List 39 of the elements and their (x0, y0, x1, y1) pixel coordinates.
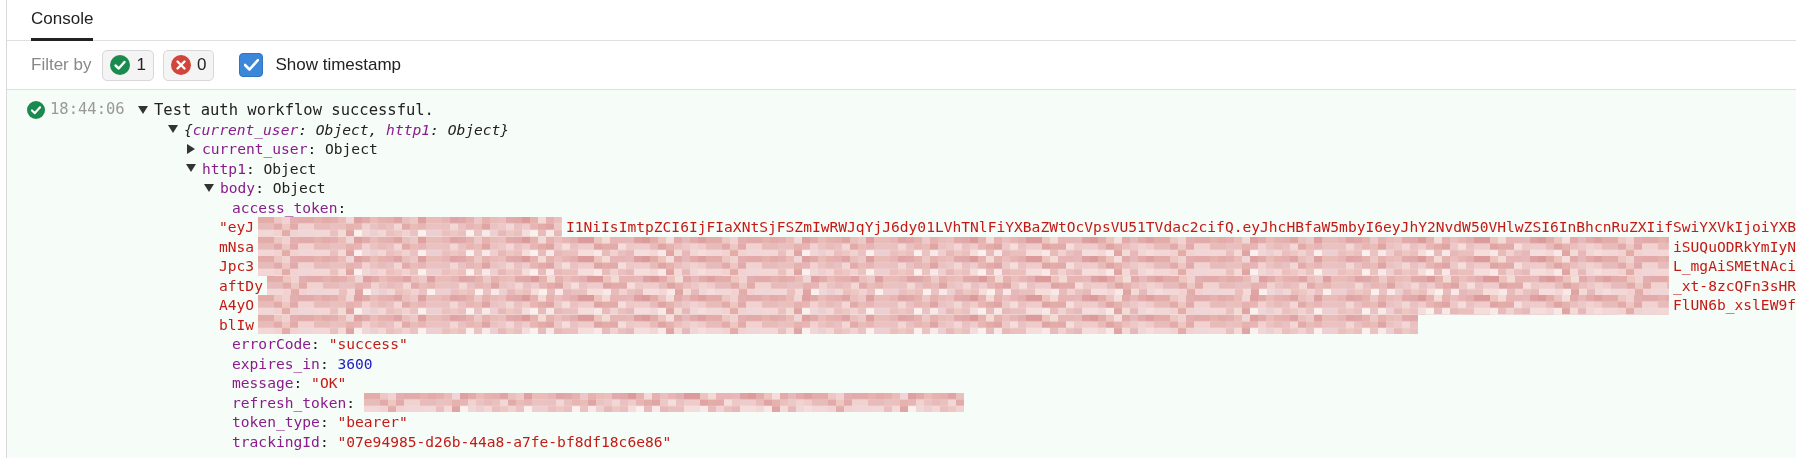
caret-icon[interactable] (204, 182, 214, 193)
token-text: FlUN6b_xslEW9f (1673, 296, 1796, 314)
token-text: Jpc3 (219, 257, 255, 275)
error-filter-button[interactable]: 0 (162, 49, 215, 81)
success-filter-button[interactable]: 1 (102, 49, 154, 81)
token-text: aftDy (219, 276, 263, 294)
check-circle-icon (27, 101, 45, 119)
checkbox[interactable] (239, 53, 264, 77)
token-text: mNsa (219, 237, 255, 255)
token-text: I1NiIsImtpZCI6IjFIaXNtSjFSZmIwRWJqYjJ6dy01LVhTNlFiYXBaZWtOcVpsVU51TVdac2cifQ.eyJhcHBfaW5mbyI6eyJhY2NvdW50VHlwZSI6InBhcnRuZXIifSwiYXVkIjoiYXB (565, 218, 1796, 236)
log-message[interactable]: Test auth workflow successful. (154, 100, 434, 119)
caret-icon[interactable] (186, 143, 196, 154)
error-circle-icon (170, 55, 191, 75)
property-row: expires_in: 3600 (232, 354, 373, 372)
filter-label: Filter by (31, 55, 92, 75)
object-summary[interactable]: {current_user: Object, http1: Object} (184, 120, 510, 138)
console-tab[interactable]: Console (31, 0, 94, 41)
token-text: iSUQuODRkYmIyN (1673, 237, 1796, 255)
token-text: _xt-8zcQFn3sHR (1673, 276, 1796, 294)
caret-icon[interactable] (168, 124, 178, 135)
tree-node-label[interactable]: body: Object (220, 179, 326, 197)
tree-node-label[interactable]: current_user: Object (202, 140, 378, 158)
property-row: token_type: "bearer" (232, 413, 408, 431)
timestamp: 18:44:06 (50, 100, 126, 120)
property-row: message: "OK" (232, 374, 347, 392)
token-text: A4yO (219, 296, 255, 314)
token-text: L_mgAiSMEtNAci (1673, 257, 1796, 275)
caret-icon[interactable] (186, 163, 196, 174)
caret-icon[interactable] (138, 104, 148, 115)
property-row: errorCode: "success" (232, 335, 408, 353)
tree-node-label[interactable]: http1: Object (202, 159, 317, 177)
property-key: access_token: (232, 198, 347, 216)
property-key: refresh_token: (232, 393, 356, 411)
token-text: "eyJ (219, 218, 255, 236)
check-circle-icon (110, 55, 131, 75)
checkmark-icon (243, 59, 259, 71)
checkbox-label[interactable]: Show timestamp (275, 55, 402, 75)
property-row: trackingId: "07e94985-d26b-44a8-a7fe-bf8df18c6e86" (232, 432, 672, 450)
token-text: blIw (219, 315, 255, 333)
